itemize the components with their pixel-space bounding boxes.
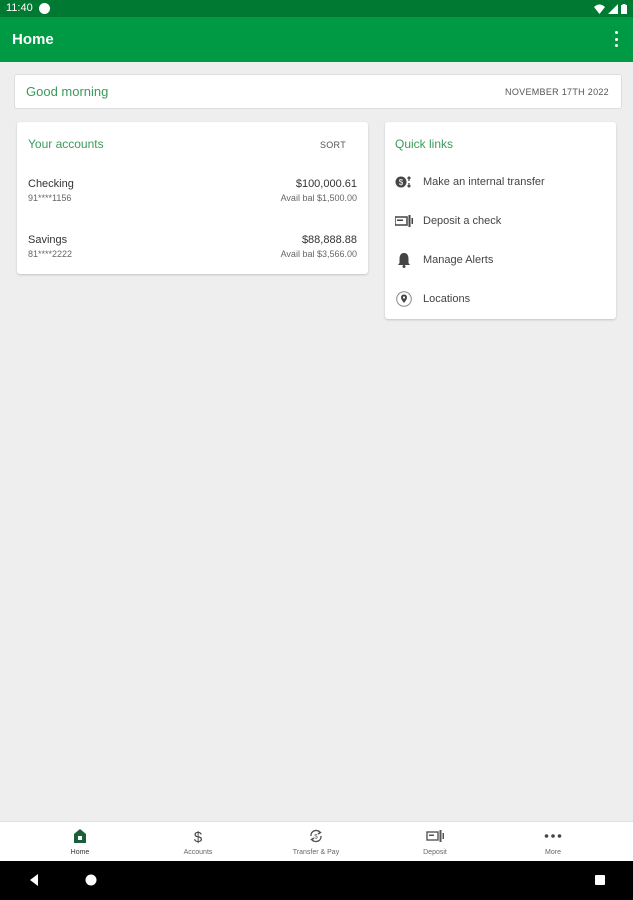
accounts-title: Your accounts — [28, 137, 104, 151]
account-available: Avail bal $1,500.00 — [280, 193, 357, 203]
back-icon[interactable] — [27, 873, 41, 887]
recents-icon[interactable] — [593, 873, 607, 887]
sort-button[interactable]: SORT — [320, 140, 346, 150]
svg-text:$: $ — [194, 829, 203, 844]
quick-link-deposit-check[interactable]: Deposit a check — [395, 209, 606, 233]
quick-link-label: Locations — [423, 293, 471, 305]
system-nav-bar — [0, 861, 633, 900]
greeting-text: Good morning — [26, 84, 109, 99]
home-circle-icon[interactable] — [84, 873, 98, 887]
greeting-card: Good morning NOVEMBER 17TH 2022 — [14, 74, 622, 109]
quick-link-label: Deposit a check — [423, 215, 502, 227]
quick-links-title: Quick links — [395, 137, 454, 151]
quick-link-internal-transfer[interactable]: $ Make an internal transfer — [395, 170, 606, 194]
nav-more[interactable]: More — [490, 822, 616, 862]
dollar-icon: $ — [194, 829, 203, 844]
account-number: 91****1156 — [28, 193, 72, 203]
account-row-checking[interactable]: Checking 91****1156 $100,000.61 Avail ba… — [28, 178, 357, 212]
google-g-icon — [39, 3, 50, 14]
bell-icon — [398, 253, 410, 268]
home-icon — [74, 829, 86, 843]
status-time: 11:40 — [6, 2, 33, 14]
deposit-icon — [426, 830, 444, 842]
battery-icon — [621, 3, 627, 14]
quick-link-label: Manage Alerts — [423, 254, 494, 266]
check-deposit-icon — [395, 215, 413, 227]
nav-label: More — [545, 849, 561, 856]
more-horiz-icon — [544, 834, 562, 838]
quick-link-manage-alerts[interactable]: Manage Alerts — [395, 248, 606, 272]
page-title: Home — [12, 31, 54, 48]
nav-label: Transfer & Pay — [292, 849, 340, 856]
quick-link-label: Make an internal transfer — [423, 176, 545, 188]
nav-transfer-pay[interactable]: $ Transfer & Pay — [253, 822, 379, 862]
nav-deposit[interactable]: Deposit — [372, 822, 498, 862]
nav-label: Deposit — [423, 849, 447, 856]
signal-icon — [608, 3, 618, 14]
nav-label: Accounts — [183, 849, 213, 856]
bottom-nav: Home $ Accounts $ Transfer & Pay Deposit — [0, 821, 633, 862]
status-bar: 11:40 — [0, 0, 633, 17]
account-balance: $100,000.61 — [295, 178, 357, 190]
account-number: 81****2222 — [28, 249, 73, 259]
app-bar: Home — [0, 17, 633, 62]
wifi-icon — [594, 4, 605, 14]
account-name: Savings — [28, 234, 68, 246]
date-text: NOVEMBER 17TH 2022 — [505, 87, 609, 97]
accounts-card: Your accounts SORT Checking 91****1156 $… — [17, 122, 368, 274]
account-name: Checking — [28, 178, 74, 190]
nav-accounts[interactable]: $ Accounts — [135, 822, 261, 862]
location-pin-icon — [396, 291, 412, 307]
more-vert-icon[interactable] — [613, 31, 619, 47]
quick-link-locations[interactable]: Locations — [395, 287, 606, 311]
quick-links-card: Quick links $ Make an internal transfer … — [385, 122, 616, 319]
account-available: Avail bal $3,566.00 — [280, 249, 357, 259]
nav-label: Home — [70, 849, 90, 856]
svg-text:$: $ — [314, 835, 318, 841]
transfer-pay-icon: $ — [310, 829, 322, 843]
account-row-savings[interactable]: Savings 81****2222 $88,888.88 Avail bal … — [28, 234, 357, 268]
status-icons — [594, 3, 627, 14]
nav-home[interactable]: Home — [17, 822, 143, 862]
transfer-icon: $ — [395, 176, 411, 188]
account-balance: $88,888.88 — [301, 234, 357, 246]
svg-text:$: $ — [399, 178, 404, 187]
